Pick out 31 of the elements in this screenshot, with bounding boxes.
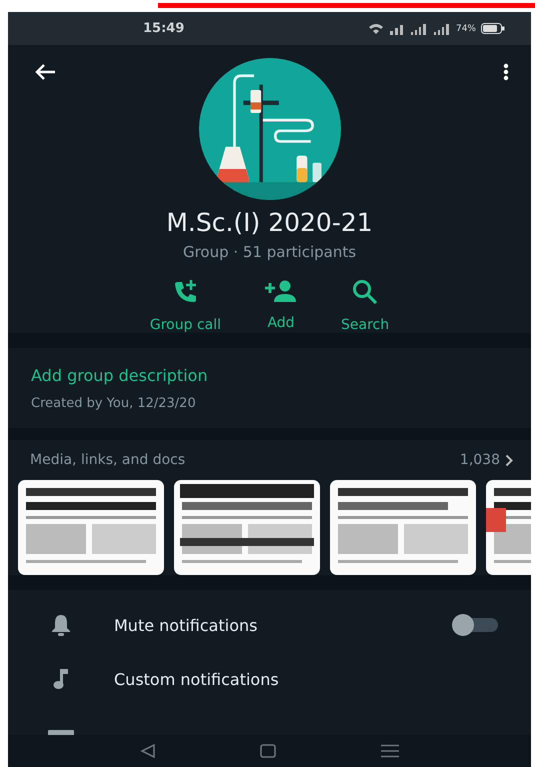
add-description-link[interactable]: Add group description bbox=[31, 366, 208, 385]
signal-icon bbox=[410, 22, 428, 34]
status-time: 15:49 bbox=[143, 21, 184, 36]
menu-icon[interactable] bbox=[380, 744, 399, 758]
action-button[interactable]: Group call bbox=[150, 279, 222, 333]
back-icon[interactable] bbox=[140, 743, 156, 759]
call-add-icon bbox=[172, 279, 198, 305]
group-name: M.Sc.(I) 2020-21 bbox=[166, 208, 373, 237]
media-visibility-icon bbox=[48, 730, 74, 735]
setting-label: Mute notifications bbox=[114, 616, 258, 634]
settings-item[interactable]: Custom notifications bbox=[48, 652, 531, 706]
signal-icon bbox=[388, 22, 405, 34]
action-button[interactable]: Search bbox=[341, 279, 390, 333]
settings-item[interactable]: Mute notifications bbox=[48, 598, 531, 652]
media-count-link[interactable]: 1,038 bbox=[460, 452, 514, 468]
setting-label: Custom notifications bbox=[114, 670, 280, 688]
group-info: Group · 51 participants bbox=[182, 243, 356, 261]
created-info: Created by You, 12/23/20 bbox=[31, 396, 197, 411]
mute-toggle[interactable] bbox=[452, 614, 498, 636]
media-title: Media, links, and docs bbox=[30, 452, 186, 468]
add-person-icon bbox=[265, 279, 298, 303]
more-options-icon[interactable] bbox=[503, 63, 509, 81]
action-button[interactable]: Add bbox=[265, 279, 298, 333]
battery-icon bbox=[481, 23, 505, 34]
home-icon[interactable] bbox=[260, 744, 276, 758]
battery-percent: 74% bbox=[456, 24, 476, 34]
signal-icon bbox=[432, 22, 451, 34]
chevron-icon bbox=[505, 454, 514, 466]
search-icon bbox=[352, 279, 378, 305]
back-arrow-icon[interactable] bbox=[34, 63, 56, 81]
wifi-icon bbox=[368, 22, 384, 34]
